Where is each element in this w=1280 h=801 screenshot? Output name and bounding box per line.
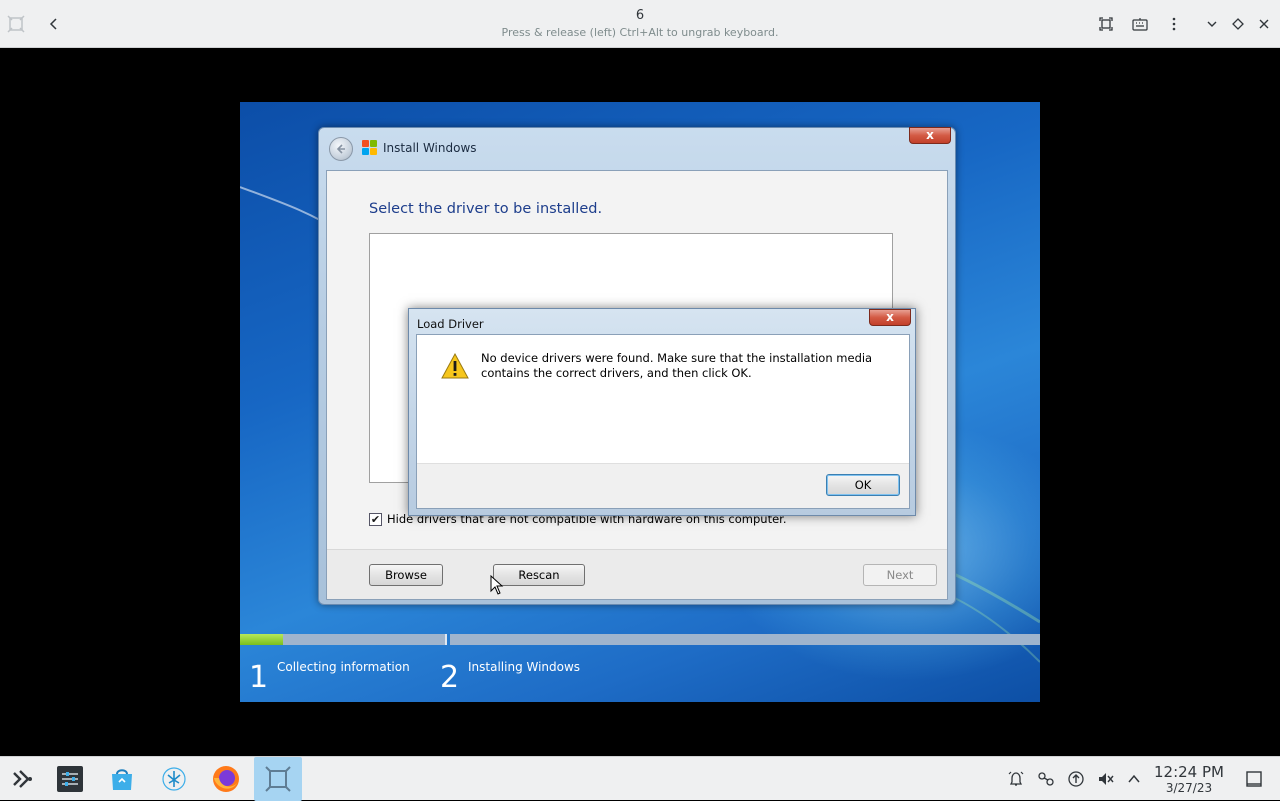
menu-icon[interactable]: [1162, 12, 1186, 36]
page-heading: Select the driver to be installed.: [369, 201, 603, 217]
mouse-cursor-icon: [490, 575, 504, 595]
store-icon[interactable]: [106, 763, 138, 795]
error-message: No device drivers were found. Make sure …: [481, 351, 873, 380]
progress-segment-collecting: [240, 634, 447, 645]
setup-steps: 1 Collecting information 2 Installing Wi…: [240, 650, 1040, 702]
show-desktop-icon[interactable]: [1244, 769, 1264, 789]
install-windows-title: Install Windows: [383, 141, 477, 155]
expand-tray-icon[interactable]: [1124, 769, 1144, 789]
hide-incompatible-checkbox[interactable]: ✔: [369, 512, 382, 526]
viewer-title: 6: [635, 8, 645, 23]
taskbar: 12:24 PM 3/27/23: [0, 756, 1280, 801]
next-button[interactable]: Next: [863, 564, 937, 586]
browse-button[interactable]: Browse: [369, 564, 443, 586]
files-icon[interactable]: [158, 763, 190, 795]
back-arrow-icon: [336, 144, 345, 154]
back-button[interactable]: [329, 137, 353, 161]
windows-flag-icon: [361, 139, 377, 155]
notification-icon[interactable]: [1006, 769, 1026, 789]
updates-icon[interactable]: [1066, 769, 1086, 789]
install-windows-close-button[interactable]: x: [909, 127, 951, 144]
dialog-footer: Browse Rescan Next: [327, 549, 947, 599]
rescan-button[interactable]: Rescan: [493, 564, 585, 586]
maximize-icon[interactable]: [1226, 12, 1250, 36]
clock-time: 12:24 PM: [1154, 763, 1224, 781]
step-number: 1: [249, 660, 269, 695]
minimize-icon[interactable]: [1200, 12, 1224, 36]
clock-date: 3/27/23: [1165, 781, 1213, 795]
step-label: Collecting information: [277, 660, 410, 674]
firefox-icon[interactable]: [210, 763, 242, 795]
step-number: 2: [440, 660, 460, 695]
volume-muted-icon[interactable]: [1096, 769, 1116, 789]
vm-screen[interactable]: Install Windows x Select the driver to b…: [240, 102, 1040, 702]
message-area: No device drivers were found. Make sure …: [417, 335, 909, 463]
launcher-icon[interactable]: [6, 763, 38, 795]
step-label: Installing Windows: [468, 660, 581, 674]
keyboard-icon[interactable]: [1128, 12, 1152, 36]
close-icon[interactable]: [1252, 12, 1276, 36]
fullscreen-icon[interactable]: [1094, 12, 1118, 36]
clock[interactable]: 12:24 PM 3/27/23: [1150, 763, 1228, 796]
progress-fill: [240, 634, 284, 645]
viewer-titlebar: 6 Press & release (left) Ctrl+Alt to ung…: [0, 0, 1280, 48]
setup-progress-bar: [240, 634, 1040, 645]
button-area: OK: [417, 463, 909, 508]
viewer-subtitle: Press & release (left) Ctrl+Alt to ungra…: [501, 26, 779, 39]
vm-viewer-icon[interactable]: [254, 757, 302, 801]
load-driver-title: Load Driver: [417, 317, 484, 331]
progress-segment-installing: [450, 634, 1040, 645]
network-icon[interactable]: [1036, 769, 1056, 789]
ok-button[interactable]: OK: [826, 474, 900, 496]
settings-icon[interactable]: [54, 763, 86, 795]
load-driver-close-button[interactable]: x: [869, 309, 911, 326]
load-driver-dialog: Load Driver x No device drivers were fou…: [408, 308, 916, 516]
load-driver-body: No device drivers were found. Make sure …: [416, 334, 910, 509]
warning-icon: [441, 353, 469, 379]
